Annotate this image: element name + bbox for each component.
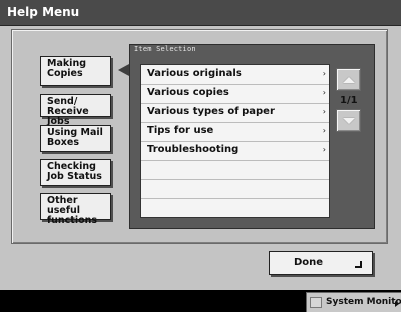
nav-making-copies-button[interactable]: Making Copies [40,56,111,86]
list-item-label: Tips for use [147,125,214,136]
selected-pointer-icon [118,64,129,76]
scroll-up-button[interactable] [336,68,361,91]
page-indicator: 1/1 [340,95,358,106]
arrow-right-icon [395,301,399,307]
list-item[interactable]: Tips for use › [141,122,329,142]
system-monitor-button[interactable]: System Monitor [306,292,401,312]
list-item-label: Various copies [147,87,229,98]
list-item-label: Troubleshooting [147,144,239,155]
list-item-empty [141,160,329,180]
list-item-empty [141,179,329,199]
chevron-right-icon: › [322,107,326,116]
system-monitor-label: System Monitor [326,297,401,307]
item-list: Various originals › Various copies › Var… [140,64,330,218]
list-item[interactable]: Troubleshooting › [141,141,329,161]
window-title: Help Menu [7,5,80,19]
chevron-right-icon: › [322,88,326,97]
list-item[interactable]: Various copies › [141,84,329,104]
scroll-down-button[interactable] [336,109,361,132]
triangle-down-icon [343,118,355,124]
list-item-label: Various originals [147,68,242,79]
title-bar: Help Menu [0,0,401,26]
chevron-right-icon: › [322,145,326,154]
list-item[interactable]: Various types of paper › [141,103,329,123]
enter-return-icon [355,261,362,268]
list-item[interactable]: Various originals › [141,65,329,85]
nav-other-useful-functions-button[interactable]: Other useful functions [40,193,111,226]
nav-send-receive-jobs-label: Send/ Receive Jobs [47,96,89,127]
triangle-up-icon [343,77,355,83]
chevron-right-icon: › [322,69,326,78]
nav-other-useful-functions-label: Other useful functions [47,195,98,226]
nav-using-mail-boxes-button[interactable]: Using Mail Boxes [40,125,111,152]
done-button[interactable]: Done [269,251,373,275]
nav-using-mail-boxes-label: Using Mail Boxes [47,127,103,148]
list-item-empty [141,198,329,217]
nav-send-receive-jobs-button[interactable]: Send/ Receive Jobs [40,94,111,127]
item-selection-header: Item Selection [134,45,196,53]
nav-making-copies-label: Making Copies [47,58,87,79]
nav-checking-job-status-label: Checking Job Status [47,161,102,182]
done-button-label: Done [294,257,324,268]
chevron-right-icon: › [322,126,326,135]
nav-checking-job-status-button[interactable]: Checking Job Status [40,159,111,186]
list-item-label: Various types of paper [147,106,275,117]
monitor-icon [310,297,322,308]
